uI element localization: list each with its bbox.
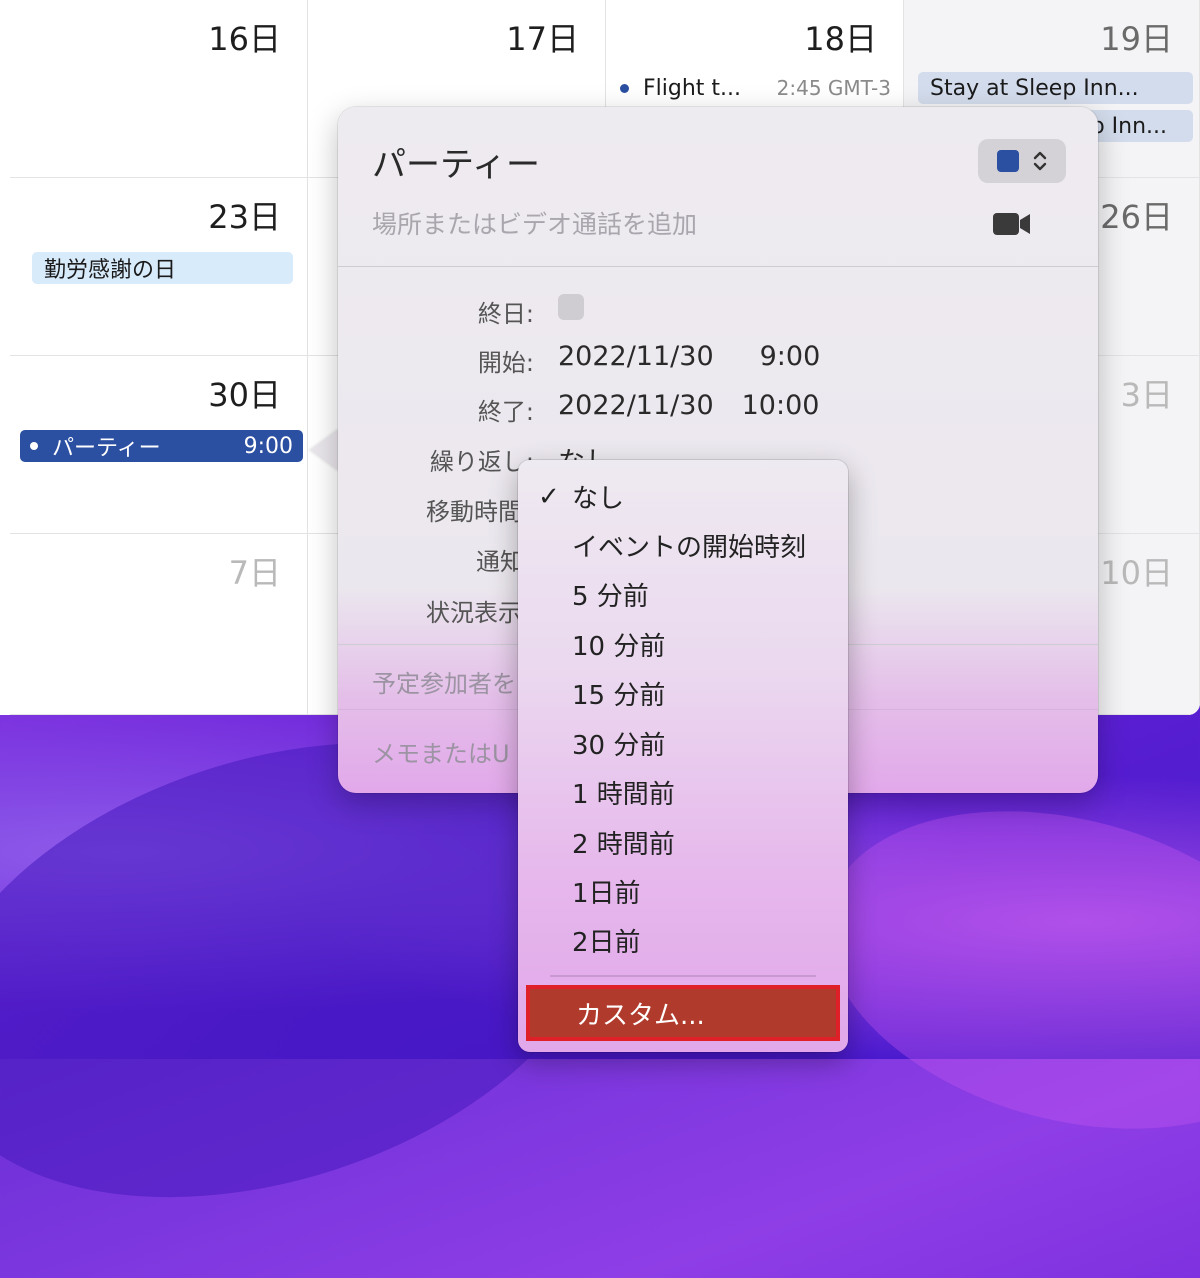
day-number: 30日	[208, 376, 281, 414]
event-flight[interactable]: Flight t... 2:45 GMT-3	[616, 72, 895, 104]
day-number: 7日	[228, 554, 281, 592]
event-title: パーティー	[52, 436, 161, 461]
day-cell-7[interactable]: 7日	[10, 534, 308, 715]
notes-input[interactable]: メモまたはU	[372, 734, 510, 769]
day-number: 10日	[1100, 554, 1173, 592]
event-title: Flight t...	[643, 75, 742, 101]
event-time: 2:45 GMT-3	[776, 76, 891, 100]
travel-time-label: 移動時間	[426, 498, 522, 526]
menu-item-2hours[interactable]: 2 時間前	[518, 818, 848, 867]
calendar-color-dot	[30, 442, 38, 450]
event-time: 9:00	[243, 433, 293, 459]
day-cell-30[interactable]: 30日 パーティー 9:00	[10, 356, 308, 534]
menu-item-event-start[interactable]: イベントの開始時刻	[518, 521, 848, 570]
event-stay-1[interactable]: Stay at Sleep Inn...	[918, 72, 1193, 104]
end-datetime[interactable]: 2022/11/30 10:00	[558, 390, 819, 421]
divider	[338, 266, 1098, 267]
day-number: 18日	[804, 20, 877, 58]
day-cell-23[interactable]: 23日 勤労感謝の日	[10, 178, 308, 356]
event-holiday[interactable]: 勤労感謝の日	[32, 252, 293, 284]
end-time[interactable]: 10:00	[742, 390, 820, 421]
start-datetime[interactable]: 2022/11/30 9:00	[558, 341, 820, 372]
day-number: 23日	[208, 198, 281, 236]
menu-item-label: 1日前	[572, 879, 641, 909]
menu-item-label: 5 分前	[572, 582, 649, 612]
event-title-field[interactable]: パーティー	[372, 137, 540, 186]
video-camera-icon[interactable]	[992, 210, 1032, 238]
menu-item-5min[interactable]: 5 分前	[518, 570, 848, 619]
menu-item-1hour[interactable]: 1 時間前	[518, 768, 848, 817]
menu-item-30min[interactable]: 30 分前	[518, 719, 848, 768]
allday-checkbox[interactable]	[558, 294, 584, 320]
allday-label: 終日:	[477, 300, 534, 328]
end-label: 終了:	[477, 398, 534, 426]
popover-pointer	[310, 428, 340, 472]
menu-item-label: 30 分前	[572, 731, 666, 761]
day-number: 26日	[1100, 198, 1173, 236]
event-party-selected[interactable]: パーティー 9:00	[20, 430, 303, 462]
menu-item-1day[interactable]: 1日前	[518, 867, 848, 916]
day-number: 19日	[1100, 20, 1173, 58]
menu-item-label: 1 時間前	[572, 780, 675, 810]
invitees-input[interactable]: 予定参加者を	[372, 664, 516, 699]
event-title: p Inn...	[1090, 113, 1167, 139]
menu-item-label: なし	[572, 484, 625, 514]
start-time[interactable]: 9:00	[760, 341, 821, 372]
menu-item-2days[interactable]: 2日前	[518, 916, 848, 965]
start-label: 開始:	[477, 349, 534, 377]
menu-item-label: 10 分前	[572, 632, 666, 662]
color-swatch	[997, 150, 1019, 172]
alert-dropdown-menu: ✓ なし イベントの開始時刻 5 分前 10 分前 15 分前 30 分前 1 …	[518, 460, 848, 1052]
day-number: 3日	[1120, 376, 1173, 414]
checkmark-icon: ✓	[538, 481, 560, 512]
up-down-chevron-icon	[1033, 149, 1047, 173]
menu-item-15min[interactable]: 15 分前	[518, 669, 848, 718]
calendar-color-dot	[620, 83, 629, 93]
availability-label: 状況表示	[426, 599, 522, 627]
menu-item-label: 2 時間前	[572, 830, 675, 860]
menu-item-label: 2日前	[572, 928, 641, 958]
day-number: 17日	[506, 20, 579, 58]
start-date[interactable]: 2022/11/30	[558, 341, 714, 372]
day-number: 16日	[208, 20, 281, 58]
event-title: Stay at Sleep Inn...	[930, 75, 1139, 101]
event-title: 勤労感謝の日	[44, 258, 177, 283]
menu-item-label: イベントの開始時刻	[572, 533, 807, 563]
menu-item-label: 15 分前	[572, 681, 666, 711]
menu-item-custom[interactable]: カスタム...	[526, 985, 840, 1041]
location-input[interactable]: 場所またはビデオ通話を追加	[372, 205, 697, 241]
end-date[interactable]: 2022/11/30	[558, 390, 714, 421]
menu-item-10min[interactable]: 10 分前	[518, 620, 848, 669]
calendar-color-picker[interactable]	[978, 139, 1066, 183]
menu-divider	[550, 975, 816, 977]
day-cell-16[interactable]: 16日	[10, 0, 308, 178]
alert-label: 通知	[476, 548, 524, 576]
menu-item-none[interactable]: ✓ なし	[518, 472, 848, 521]
